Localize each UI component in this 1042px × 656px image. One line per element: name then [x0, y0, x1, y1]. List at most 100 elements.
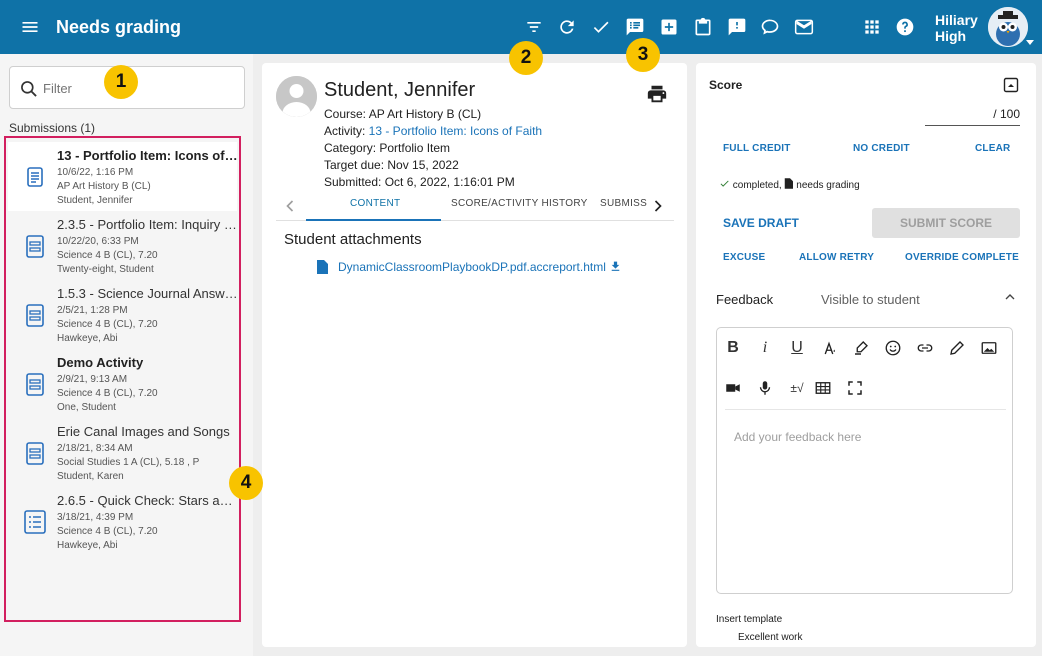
submission-item-1[interactable]: 13 - Portfolio Item: Icons of Faith 10/6… [8, 142, 239, 211]
submission-date: 2/18/21, 8:34 AM [57, 443, 133, 454]
report-icon[interactable] [725, 15, 749, 39]
status-needs-grading: needs grading [796, 180, 860, 191]
account-menu-caret-icon[interactable] [1026, 40, 1034, 45]
attachment-link[interactable]: DynamicClassroomPlaybookDP.pdf.accreport… [338, 260, 622, 274]
submission-date: 2/5/21, 1:28 PM [57, 305, 128, 316]
collapse-icon[interactable] [1003, 77, 1019, 93]
submission-title: 13 - Portfolio Item: Icons of Faith [57, 148, 239, 163]
print-icon[interactable] [646, 83, 668, 105]
active-tab-indicator [306, 219, 441, 221]
bold-icon[interactable]: B [722, 337, 744, 359]
status-completed: completed, [732, 180, 782, 191]
submission-student: Hawkeye, Abi [57, 540, 118, 551]
submissions-heading: Submissions (1) [9, 121, 96, 135]
document-icon [20, 369, 50, 399]
attachments-heading: Student attachments [284, 231, 422, 248]
image-icon[interactable] [978, 337, 1000, 359]
emoji-icon[interactable] [882, 337, 904, 359]
feedback-label: Feedback [716, 292, 774, 307]
apps-grid-icon[interactable] [860, 15, 884, 39]
course-line: Course: AP Art History B (CL) [324, 107, 482, 121]
user-avatar[interactable] [988, 7, 1028, 47]
chevron-left-icon[interactable] [280, 196, 300, 216]
submission-tabs: CONTENT SCORE/ACTIVITY HISTORY SUBMISS [276, 191, 674, 221]
activity-line: Activity: 13 - Portfolio Item: Icons of … [324, 124, 542, 138]
submission-student: Student, Karen [57, 471, 124, 482]
excuse-button[interactable]: EXCUSE [723, 252, 765, 263]
checklist-icon [20, 507, 50, 537]
link-icon[interactable] [914, 337, 936, 359]
score-input[interactable]: / 100 [925, 101, 1020, 126]
submission-title: Demo Activity [57, 355, 144, 370]
submissions-panel: Filter Submissions (1) 13 - Portfolio It… [0, 54, 253, 656]
fullscreen-icon[interactable] [844, 377, 866, 399]
target-due-line: Target due: Nov 15, 2022 [324, 158, 459, 172]
feedback-placeholder: Add your feedback here [734, 430, 862, 444]
highlighter-icon[interactable] [850, 337, 872, 359]
submission-title: Erie Canal Images and Songs [57, 424, 230, 439]
clipboard-icon[interactable] [691, 15, 715, 39]
video-icon[interactable] [722, 377, 744, 399]
callout-badge-4: 4 [229, 466, 263, 500]
refresh-icon[interactable] [555, 15, 579, 39]
add-box-icon[interactable] [657, 15, 681, 39]
feedback-editor[interactable]: B i U ±√ Add your feedback here [716, 327, 1013, 594]
submission-student: Twenty-eight, Student [57, 264, 154, 275]
document-icon [785, 178, 794, 189]
user-first-name: Hiliary [935, 12, 978, 28]
score-max: / 100 [993, 107, 1020, 121]
submission-course: AP Art History B (CL) [57, 181, 151, 192]
clear-button[interactable]: CLEAR [975, 143, 1010, 154]
editor-divider [725, 409, 1006, 410]
submission-date: 10/22/20, 6:33 PM [57, 236, 139, 247]
allow-retry-button[interactable]: ALLOW RETRY [799, 252, 874, 263]
submission-item-4[interactable]: Demo Activity 2/9/21, 9:13 AM Science 4 … [8, 349, 237, 418]
menu-icon[interactable] [20, 17, 40, 37]
help-icon[interactable] [893, 15, 917, 39]
submission-date: 10/6/22, 1:16 PM [57, 167, 134, 178]
document-icon [20, 300, 50, 330]
table-icon[interactable] [812, 377, 834, 399]
submit-score-button[interactable]: SUBMIT SCORE [872, 208, 1020, 238]
chevron-right-icon[interactable] [648, 196, 668, 216]
check-icon[interactable] [589, 15, 613, 39]
submission-date: 3/18/21, 4:39 PM [57, 512, 134, 523]
callout-badge-2: 2 [509, 41, 543, 75]
tab-score-activity-history[interactable]: SCORE/ACTIVITY HISTORY [451, 198, 588, 209]
student-submission-panel: Student, Jennifer Course: AP Art History… [262, 63, 687, 647]
submission-item-3[interactable]: 1.5.3 - Science Journal Answers 2/5/21, … [8, 280, 239, 349]
chat-icon[interactable] [758, 15, 782, 39]
tab-content[interactable]: CONTENT [350, 198, 400, 209]
italic-icon[interactable]: i [754, 337, 776, 359]
math-equation-icon[interactable]: ±√ [783, 377, 811, 399]
microphone-icon[interactable] [754, 377, 776, 399]
user-last-name: High [935, 28, 967, 44]
template-item-excellent-work[interactable]: Excellent work [738, 632, 802, 643]
full-credit-button[interactable]: FULL CREDIT [723, 143, 791, 154]
no-credit-button[interactable]: NO CREDIT [853, 143, 910, 154]
activity-link[interactable]: 13 - Portfolio Item: Icons of Faith [369, 124, 542, 138]
text-color-icon[interactable] [818, 337, 840, 359]
underline-icon[interactable]: U [786, 337, 808, 359]
save-draft-button[interactable]: SAVE DRAFT [723, 216, 799, 230]
chevron-up-icon[interactable] [1002, 289, 1018, 305]
submission-title: 1.5.3 - Science Journal Answers [57, 286, 239, 301]
submission-title: 2.3.5 - Portfolio Item: Inquiry Project [57, 217, 239, 232]
feedback-icon[interactable] [623, 15, 647, 39]
filter-icon[interactable] [522, 15, 546, 39]
submission-item-6[interactable]: 2.6.5 - Quick Check: Stars and Planets 3… [8, 487, 239, 556]
download-icon[interactable] [609, 260, 622, 273]
page-title: Needs grading [56, 17, 182, 37]
document-icon [20, 162, 50, 192]
submission-item-2[interactable]: 2.3.5 - Portfolio Item: Inquiry Project … [8, 211, 239, 280]
callout-badge-1: 1 [104, 65, 138, 99]
submission-item-5[interactable]: Erie Canal Images and Songs 2/18/21, 8:3… [8, 418, 237, 487]
submission-date: 2/9/21, 9:13 AM [57, 374, 128, 385]
mail-icon[interactable] [792, 15, 816, 39]
submission-course: Science 4 B (CL), 7.20 [57, 319, 158, 330]
user-name[interactable]: Hiliary High [935, 12, 978, 44]
tab-submissions[interactable]: SUBMISS [600, 198, 647, 209]
pencil-icon[interactable] [946, 337, 968, 359]
override-complete-button[interactable]: OVERRIDE COMPLETE [905, 252, 1019, 263]
submission-list: 13 - Portfolio Item: Icons of Faith 10/6… [4, 136, 241, 622]
